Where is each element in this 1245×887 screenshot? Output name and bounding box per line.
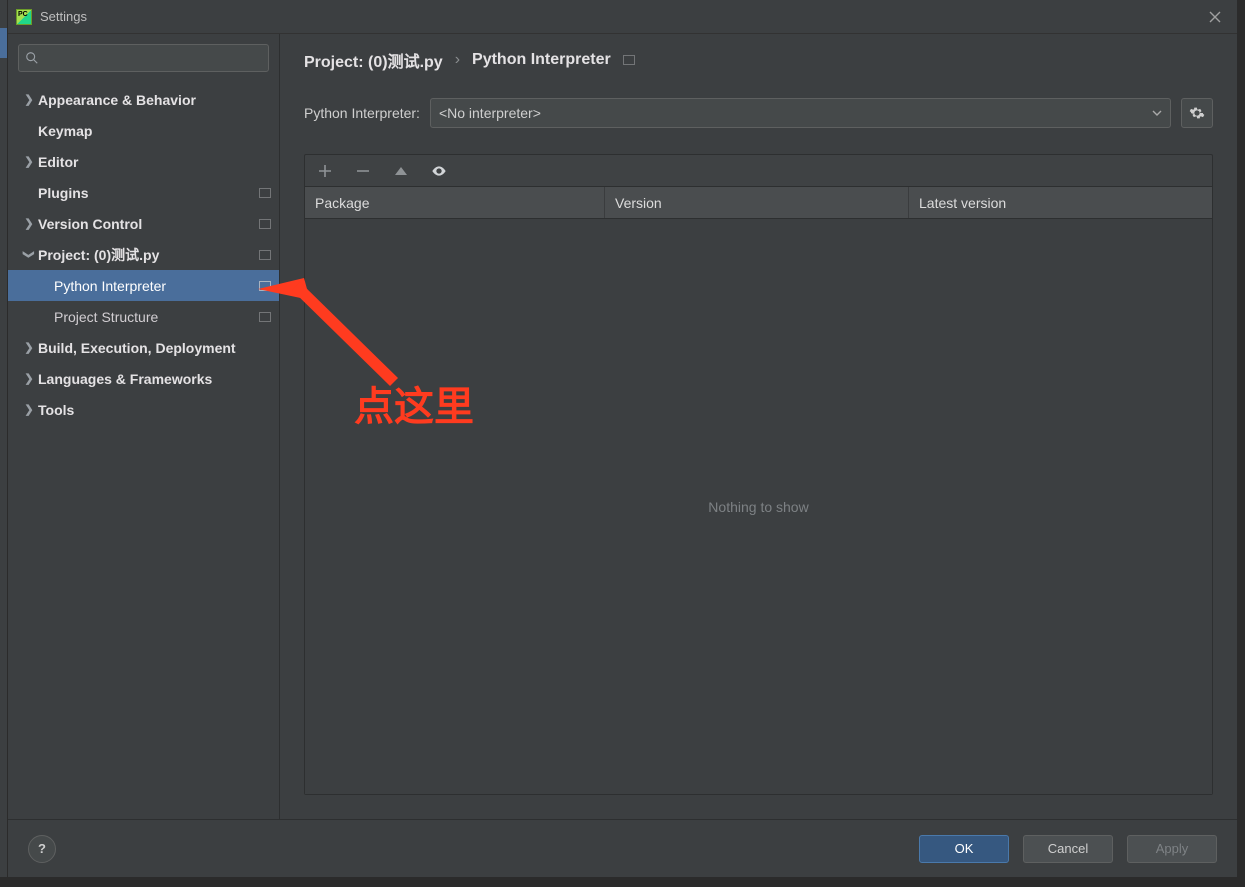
- sidebar-item-languages[interactable]: ❯ Languages & Frameworks: [8, 363, 279, 394]
- column-latest[interactable]: Latest version: [909, 187, 1212, 218]
- sidebar-item-label: Plugins: [38, 185, 89, 201]
- chevron-down-icon: [1152, 105, 1162, 121]
- breadcrumb-root[interactable]: Project: (0)测试.py: [304, 48, 443, 72]
- packages-body: Nothing to show: [305, 219, 1212, 794]
- sidebar-item-plugins[interactable]: Plugins: [8, 177, 279, 208]
- main-panel: Project: (0)测试.py › Python Interpreter P…: [280, 34, 1237, 819]
- interpreter-label: Python Interpreter:: [304, 105, 420, 121]
- project-scope-icon: [259, 188, 271, 198]
- gear-icon: [1189, 105, 1205, 121]
- dialog-body: ❯ Appearance & Behavior Keymap ❯ Editor …: [8, 34, 1237, 819]
- sidebar-item-build[interactable]: ❯ Build, Execution, Deployment: [8, 332, 279, 363]
- project-scope-icon: [259, 312, 271, 322]
- backdrop-accent: [0, 28, 8, 58]
- help-button[interactable]: ?: [28, 835, 56, 863]
- project-scope-icon: [259, 281, 271, 291]
- pycharm-icon: [16, 9, 32, 25]
- question-icon: ?: [38, 841, 46, 856]
- spacer: [280, 795, 1237, 819]
- settings-dialog: Settings ❯ Appearance & Behavior Keymap: [8, 0, 1237, 877]
- chevron-right-icon: ❯: [20, 93, 38, 106]
- sidebar-item-version-control[interactable]: ❯ Version Control: [8, 208, 279, 239]
- sidebar-item-label: Appearance & Behavior: [38, 92, 196, 108]
- packages-header: Package Version Latest version: [305, 187, 1212, 219]
- add-package-button[interactable]: [315, 161, 335, 181]
- project-scope-icon: [259, 219, 271, 229]
- chevron-right-icon: ❯: [20, 341, 38, 354]
- sidebar-item-label: Project Structure: [54, 309, 158, 325]
- sidebar-item-tools[interactable]: ❯ Tools: [8, 394, 279, 425]
- sidebar-item-appearance[interactable]: ❯ Appearance & Behavior: [8, 84, 279, 115]
- minus-icon: [355, 163, 371, 179]
- search-icon: [25, 51, 39, 65]
- sidebar-item-keymap[interactable]: Keymap: [8, 115, 279, 146]
- packages-panel: Package Version Latest version Nothing t…: [304, 154, 1213, 795]
- eye-icon: [431, 163, 447, 179]
- packages-toolbar: [305, 155, 1212, 187]
- sidebar-item-label: Version Control: [38, 216, 142, 232]
- titlebar: Settings: [8, 0, 1237, 34]
- empty-state-text: Nothing to show: [708, 499, 808, 515]
- chevron-down-icon: ❯: [23, 246, 36, 264]
- ok-button[interactable]: OK: [919, 835, 1009, 863]
- sidebar: ❯ Appearance & Behavior Keymap ❯ Editor …: [8, 34, 280, 819]
- settings-tree: ❯ Appearance & Behavior Keymap ❯ Editor …: [8, 80, 279, 819]
- sidebar-item-label: Project: (0)测试.py: [38, 245, 159, 265]
- cancel-button[interactable]: Cancel: [1023, 835, 1113, 863]
- interpreter-select[interactable]: <No interpreter>: [430, 98, 1171, 128]
- remove-package-button[interactable]: [353, 161, 373, 181]
- chevron-right-icon: ❯: [20, 372, 38, 385]
- sidebar-item-label: Languages & Frameworks: [38, 371, 212, 387]
- bottom-edge: [0, 877, 1245, 887]
- sidebar-item-python-interpreter[interactable]: Python Interpreter: [8, 270, 279, 301]
- interpreter-settings-button[interactable]: [1181, 98, 1213, 128]
- sidebar-item-editor[interactable]: ❯ Editor: [8, 146, 279, 177]
- sidebar-item-label: Editor: [38, 154, 78, 170]
- sidebar-item-label: Build, Execution, Deployment: [38, 340, 236, 356]
- apply-button[interactable]: Apply: [1127, 835, 1217, 863]
- footer: ? OK Cancel Apply: [8, 819, 1237, 877]
- interpreter-value: <No interpreter>: [439, 105, 541, 121]
- column-package[interactable]: Package: [305, 187, 605, 218]
- search-input[interactable]: [43, 51, 262, 66]
- column-version[interactable]: Version: [605, 187, 909, 218]
- search-input-wrapper[interactable]: [18, 44, 269, 72]
- interpreter-row: Python Interpreter: <No interpreter>: [304, 98, 1213, 128]
- close-icon: [1209, 11, 1221, 23]
- show-early-releases-button[interactable]: [429, 161, 449, 181]
- chevron-right-icon: ❯: [20, 403, 38, 416]
- project-scope-icon: [623, 55, 635, 65]
- project-scope-icon: [259, 250, 271, 260]
- breadcrumb-leaf: Python Interpreter: [472, 51, 611, 69]
- sidebar-item-label: Keymap: [38, 123, 92, 139]
- breadcrumb-separator: ›: [455, 51, 460, 69]
- triangle-up-icon: [393, 163, 409, 179]
- close-button[interactable]: [1201, 3, 1229, 31]
- chevron-right-icon: ❯: [20, 155, 38, 168]
- chevron-right-icon: ❯: [20, 217, 38, 230]
- upgrade-package-button[interactable]: [391, 161, 411, 181]
- sidebar-item-project-structure[interactable]: Project Structure: [8, 301, 279, 332]
- backdrop-left-strip: [0, 0, 8, 877]
- sidebar-item-label: Tools: [38, 402, 74, 418]
- sidebar-item-label: Python Interpreter: [54, 278, 166, 294]
- breadcrumb: Project: (0)测试.py › Python Interpreter: [304, 34, 1237, 84]
- window-title: Settings: [40, 9, 87, 24]
- sidebar-item-project[interactable]: ❯ Project: (0)测试.py: [8, 239, 279, 270]
- plus-icon: [317, 163, 333, 179]
